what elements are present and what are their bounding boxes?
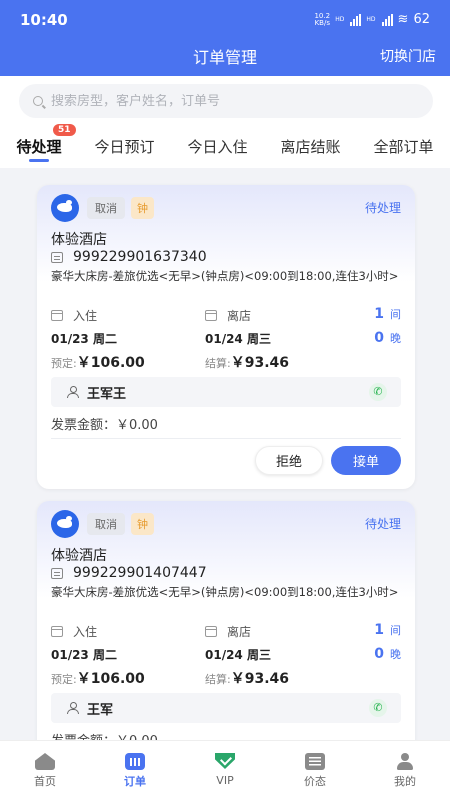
tab-checkout[interactable]: 离店结账 (280, 126, 340, 168)
order-icon (125, 753, 145, 770)
tab-all-orders[interactable]: 全部订单 (373, 126, 433, 168)
guest-info: 王军 ✆ (51, 693, 401, 723)
hotel-name: 体验酒店 (51, 232, 107, 248)
checkout-date: 01/24 周三 (205, 332, 271, 346)
night-count: 0晚 (374, 646, 401, 662)
accept-button[interactable]: 接单 (331, 446, 401, 475)
tab-today-booking[interactable]: 今日预订 (94, 126, 154, 168)
tab-today-checkin[interactable]: 今日入住 (187, 126, 247, 168)
search-icon (33, 96, 43, 106)
nav-price-status[interactable]: 价态 (285, 741, 345, 800)
tab-pending[interactable]: 待处理 51 (16, 124, 76, 168)
invoice-amount: 发票金额：￥0.00 (51, 418, 158, 433)
channel-logo-icon (51, 510, 79, 538)
calendar-icon (51, 310, 63, 321)
user-icon (67, 386, 79, 398)
guest-name: 王军 (87, 702, 114, 718)
checkin-label: 入住 (73, 625, 98, 639)
order-number-icon (51, 567, 63, 579)
order-tabs: 待处理 51 今日预订 今日入住 离店结账 全部订单 (0, 124, 450, 168)
cancel-tag: 取消 (87, 197, 125, 219)
order-card[interactable]: 取消 钟 待处理 体验酒店 999229901637340 豪华大床房-差旅优选… (37, 185, 415, 489)
user-icon (67, 702, 79, 714)
phone-icon[interactable]: ✆ (369, 699, 387, 717)
order-number: 999229901637340 (73, 249, 207, 265)
calendar-icon (205, 626, 217, 637)
room-description: 豪华大床房-差旅优选<无早>(钟点房)<09:00到18:00,连住3小时> (51, 269, 399, 283)
nav-profile[interactable]: 我的 (375, 741, 435, 800)
night-count: 0晚 (374, 330, 401, 346)
signal-icon-2 (381, 13, 393, 26)
room-count: 1间 (374, 622, 401, 638)
booking-price: 预定:￥106.00 (51, 671, 145, 687)
status-icons: 10.2 KB/s HD HD ≋ 62 (314, 11, 430, 27)
home-icon (35, 753, 55, 770)
search-input[interactable] (51, 93, 411, 109)
calendar-icon (205, 310, 217, 321)
guest-name: 王军王 (87, 386, 127, 402)
reject-button[interactable]: 拒绝 (255, 446, 323, 475)
guest-info: 王军王 ✆ (51, 377, 401, 407)
app-header: 10:40 10.2 KB/s HD HD ≋ 62 订单管理 切换门店 (0, 0, 450, 76)
checkin-date: 01/23 周二 (51, 332, 117, 346)
checkout-label: 离店 (227, 625, 252, 639)
order-status: 待处理 (364, 201, 401, 215)
nav-home[interactable]: 首页 (15, 741, 75, 800)
settlement-price: 结算:￥93.46 (205, 355, 290, 371)
hotel-name: 体验酒店 (51, 548, 107, 564)
cancel-tag: 取消 (87, 513, 125, 535)
switch-store-button[interactable]: 切换门店 (380, 46, 436, 66)
order-number: 999229901407447 (73, 565, 207, 581)
divider (51, 438, 401, 439)
price-status-icon (305, 753, 325, 770)
settlement-price: 结算:￥93.46 (205, 671, 290, 687)
order-number-icon (51, 251, 63, 263)
search-box[interactable] (19, 84, 433, 118)
room-description: 豪华大床房-差旅优选<无早>(钟点房)<09:00到18:00,连住3小时> (51, 585, 399, 599)
booking-price: 预定:￥106.00 (51, 355, 145, 371)
nav-vip[interactable]: VIP (195, 741, 255, 800)
channel-logo-icon (51, 194, 79, 222)
battery-level: 62 (413, 12, 430, 27)
checkin-label: 入住 (73, 309, 98, 323)
pending-count-badge: 51 (52, 124, 76, 136)
wifi-icon: ≋ (397, 12, 409, 27)
vip-icon (214, 753, 236, 771)
checkout-label: 离店 (227, 309, 252, 323)
order-status: 待处理 (364, 517, 401, 531)
profile-icon (395, 753, 415, 770)
hourly-tag: 钟 (131, 197, 154, 219)
status-time: 10:40 (20, 11, 68, 29)
hourly-tag: 钟 (131, 513, 154, 535)
search-bar (0, 76, 450, 126)
checkin-date: 01/23 周二 (51, 648, 117, 662)
bottom-navigation: 首页 订单 VIP 价态 我的 (0, 740, 450, 800)
calendar-icon (51, 626, 63, 637)
room-count: 1间 (374, 306, 401, 322)
phone-icon[interactable]: ✆ (369, 383, 387, 401)
status-bar: 10:40 10.2 KB/s HD HD ≋ 62 (0, 0, 450, 40)
checkout-date: 01/24 周三 (205, 648, 271, 662)
network-speed: 10.2 KB/s (314, 11, 331, 27)
signal-icon (350, 13, 362, 26)
nav-orders[interactable]: 订单 (105, 741, 165, 800)
